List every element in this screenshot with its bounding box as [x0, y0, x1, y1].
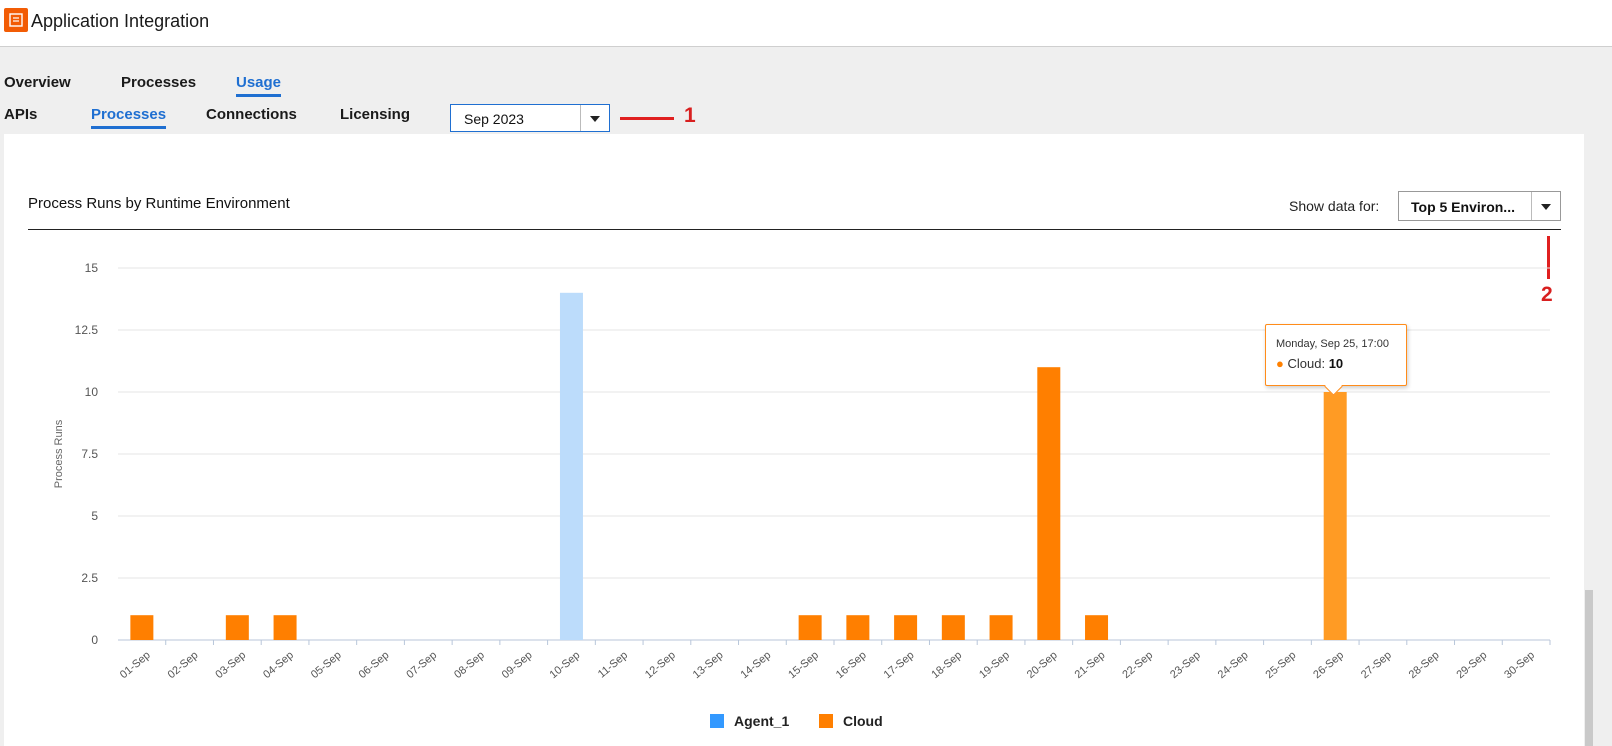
y-tick-label: 10 [85, 385, 99, 399]
bar-cloud-17-Sep [894, 615, 918, 640]
x-tick-label: 26-Sep [1311, 649, 1346, 681]
bar-cloud-26-Sep [1323, 392, 1347, 640]
x-tick-label: 01-Sep [118, 649, 153, 681]
tooltip-dot-icon: ● [1276, 356, 1284, 371]
bar-cloud-01-Sep [130, 615, 154, 640]
x-tick-label: 07-Sep [404, 649, 439, 681]
x-tick-label: 23-Sep [1168, 649, 1203, 681]
x-tick-label: 18-Sep [929, 649, 964, 681]
y-tick-label: 5 [91, 509, 98, 523]
x-tick-label: 29-Sep [1454, 649, 1489, 681]
x-tick-label: 03-Sep [213, 649, 248, 681]
x-tick-label: 22-Sep [1120, 649, 1155, 681]
x-tick-label: 14-Sep [738, 649, 773, 681]
y-tick-label: 0 [91, 633, 98, 647]
y-tick-label: 15 [85, 261, 99, 275]
x-tick-label: 13-Sep [691, 649, 726, 681]
bar-cloud-03-Sep [225, 615, 249, 640]
x-tick-label: 02-Sep [166, 649, 201, 681]
x-tick-label: 06-Sep [357, 649, 392, 681]
x-tick-label: 24-Sep [1216, 649, 1251, 681]
bar-cloud-19-Sep [989, 615, 1013, 640]
legend-label-cloud: Cloud [843, 713, 883, 729]
legend-label-agent: Agent_1 [734, 713, 790, 729]
tooltip-date: Monday, Sep 25, 17:00 [1276, 338, 1389, 350]
bar-cloud-16-Sep [846, 615, 870, 640]
tooltip-value: 10 [1328, 356, 1344, 371]
x-tick-label: 30-Sep [1502, 649, 1537, 681]
y-tick-label: 12.5 [75, 323, 99, 337]
legend-swatch-cloud [819, 714, 833, 728]
x-tick-label: 16-Sep [834, 649, 869, 681]
x-tick-label: 19-Sep [977, 649, 1012, 681]
bar-cloud-18-Sep [941, 615, 965, 640]
chart-tooltip: Monday, Sep 25, 17:00 ● Cloud: 10 [1265, 324, 1407, 396]
y-tick-label: 2.5 [81, 571, 98, 585]
x-tick-label: 12-Sep [643, 649, 678, 681]
tooltip-series: Cloud [1287, 356, 1322, 371]
x-tick-label: 17-Sep [882, 649, 917, 681]
bar-cloud-04-Sep [273, 615, 297, 640]
bar-cloud-20-Sep [1037, 367, 1061, 640]
legend-swatch-agent [710, 714, 724, 728]
x-tick-label: 21-Sep [1073, 649, 1108, 681]
x-tick-label: 10-Sep [547, 649, 582, 681]
x-tick-label: 15-Sep [786, 649, 821, 681]
bar-cloud-15-Sep [798, 615, 822, 640]
page-scrollbar-thumb[interactable] [1585, 590, 1593, 746]
y-tick-label: 7.5 [81, 447, 98, 461]
x-tick-label: 25-Sep [1263, 649, 1298, 681]
x-tick-label: 05-Sep [309, 649, 344, 681]
x-tick-label: 09-Sep [500, 649, 535, 681]
x-tick-label: 04-Sep [261, 649, 296, 681]
x-tick-label: 08-Sep [452, 649, 487, 681]
bar-cloud-21-Sep [1085, 615, 1109, 640]
x-tick-label: 28-Sep [1407, 649, 1442, 681]
x-tick-label: 11-Sep [596, 649, 630, 680]
x-tick-label: 27-Sep [1359, 649, 1394, 681]
bar-agent_1-10-Sep [559, 292, 583, 640]
tooltip-row: ● Cloud: 10 [1276, 356, 1344, 371]
y-axis-label: Process Runs [53, 419, 65, 488]
x-tick-label: 20-Sep [1025, 649, 1060, 681]
